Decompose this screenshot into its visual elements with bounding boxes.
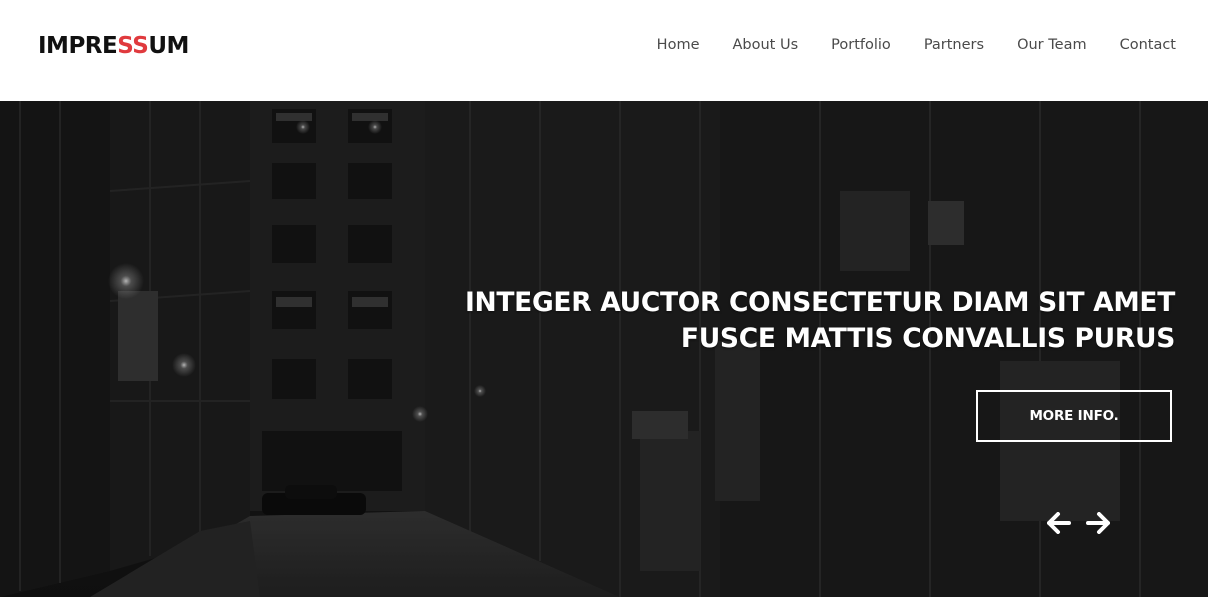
arrow-right-icon [1086, 512, 1110, 534]
nav-item-our-team[interactable]: Our Team [1017, 34, 1087, 56]
site-logo[interactable]: IMPRESSUM [38, 31, 189, 61]
slider-next-button[interactable] [1085, 510, 1111, 536]
arrow-left-icon [1047, 512, 1071, 534]
slider-prev-button[interactable] [1046, 510, 1072, 536]
more-info-button[interactable]: MORE INFO. [976, 390, 1172, 442]
logo-text-accent: SS [117, 33, 149, 59]
nav-item-about-us[interactable]: About Us [733, 34, 799, 56]
hero-caption-line-1: INTEGER AUCTOR CONSECTETUR DIAM SIT AMET [464, 287, 1175, 318]
hero-slider: INTEGER AUCTOR CONSECTETUR DIAM SIT AMET… [0, 101, 1208, 597]
hero-caption-line-2: FUSCE MATTIS CONVALLIS PURUS [680, 323, 1175, 354]
site-header: IMPRESSUM Home About Us Portfolio Partne… [0, 0, 1208, 101]
nav-item-home[interactable]: Home [657, 34, 700, 56]
nav-item-portfolio[interactable]: Portfolio [831, 34, 891, 56]
nav-item-partners[interactable]: Partners [924, 34, 984, 56]
logo-text-prefix: IMPRE [38, 33, 118, 59]
nav-item-contact[interactable]: Contact [1120, 34, 1176, 56]
main-nav: Home About Us Portfolio Partners Our Tea… [624, 34, 1176, 56]
hero-caption: INTEGER AUCTOR CONSECTETUR DIAM SIT AMET… [465, 285, 1175, 357]
logo-text-suffix: UM [148, 33, 189, 59]
